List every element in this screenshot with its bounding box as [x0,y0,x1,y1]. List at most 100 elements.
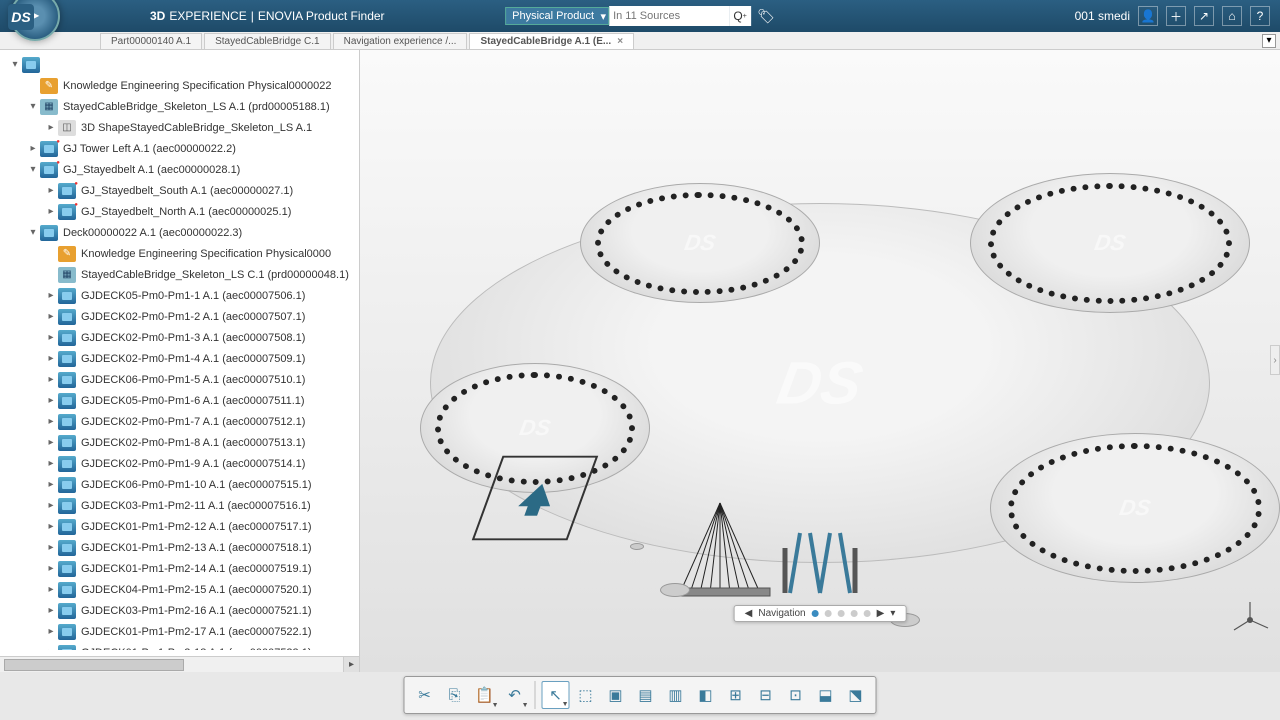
navigation-widget[interactable]: ◀ Navigation ▶ ▾ [734,605,907,622]
tree-row[interactable]: ▾ Deck00000022 A.1 (aec00000022.3) [4,222,359,243]
tree-twisty[interactable]: ▸ [46,374,56,385]
tree-twisty[interactable]: ▸ [46,290,56,301]
tree-twisty[interactable]: ▸ [46,500,56,511]
tree-twisty[interactable]: ▸ [46,584,56,595]
tree-row[interactable]: ▾ GJ_Stayedbelt A.1 (aec00000028.1) [4,159,359,180]
view-tool-2[interactable]: ▣ [602,681,630,709]
tree-twisty[interactable]: ▾ [28,227,38,238]
spec-tree[interactable]: ▾ StayedCableBridge A.1 Knowledge Engine… [0,50,359,650]
tree-row[interactable]: ▸ GJDECK01-Pm1-Pm2-13 A.1 (aec00007518.1… [4,537,359,558]
tree-row[interactable]: ▸ GJ_Stayedbelt_North A.1 (aec00000025.1… [4,201,359,222]
tree-row[interactable]: ▸ GJDECK01-Pm1-Pm2-14 A.1 (aec00007519.1… [4,558,359,579]
tree-row[interactable]: Knowledge Engineering Specification Phys… [4,75,359,96]
tree-row[interactable]: Knowledge Engineering Specification Phys… [4,243,359,264]
tree-twisty[interactable]: ▸ [46,206,56,217]
search-button[interactable]: Q+ [729,6,751,26]
tree-twisty[interactable]: ▸ [46,437,56,448]
tree-twisty[interactable]: ▸ [46,479,56,490]
tab-0[interactable]: Part00000140 A.1 [100,33,202,49]
right-edge-handle[interactable]: › [1270,345,1280,375]
close-icon[interactable]: × [617,36,623,47]
tree-twisty[interactable]: ▸ [46,185,56,196]
tree-hscrollbar[interactable]: ▸ [0,656,359,672]
view-tool-3[interactable]: ▤ [632,681,660,709]
tree-twisty[interactable]: ▸ [46,605,56,616]
tree-twisty[interactable]: ▸ [46,647,56,650]
view-tool-7[interactable]: ⊟ [752,681,780,709]
tree-row[interactable]: ▸ 3D ShapeStayedCableBridge_Skeleton_LS … [4,117,359,138]
tree-twisty[interactable]: ▸ [46,542,56,553]
search-scope-dropdown[interactable]: Physical Product [505,7,609,25]
tree-twisty[interactable]: ▸ [46,122,56,133]
nav-expand-icon[interactable]: ▾ [890,608,895,619]
nav-dot[interactable] [851,610,858,617]
tree-twisty[interactable]: ▸ [46,353,56,364]
tree-row[interactable]: ▸ GJDECK06-Pm0-Pm1-10 A.1 (aec00007515.1… [4,474,359,495]
tree-row[interactable]: ▸ GJDECK02-Pm0-Pm1-3 A.1 (aec00007508.1) [4,327,359,348]
tree-row[interactable]: ▸ GJDECK05-Pm0-Pm1-6 A.1 (aec00007511.1) [4,390,359,411]
tree-row[interactable]: ▾ StayedCableBridge A.1 [4,54,359,75]
tree-twisty[interactable]: ▸ [46,395,56,406]
tree-row[interactable]: ▸ GJDECK01-Pm1-Pm2-17 A.1 (aec00007522.1… [4,621,359,642]
tree-row[interactable]: ▸ GJ_Stayedbelt_South A.1 (aec00000027.1… [4,180,359,201]
mini-bridge-model[interactable] [680,493,860,618]
view-axis-triad[interactable] [1228,598,1272,642]
tree-row[interactable]: ▸ GJDECK02-Pm0-Pm1-8 A.1 (aec00007513.1) [4,432,359,453]
tabstrip-menu-button[interactable]: ▾ [1262,34,1276,48]
tree-row[interactable]: ▸ GJDECK02-Pm0-Pm1-4 A.1 (aec00007509.1) [4,348,359,369]
tree-row[interactable]: ▸ GJDECK02-Pm0-Pm1-2 A.1 (aec00007507.1) [4,306,359,327]
tree-twisty[interactable]: ▾ [10,59,20,70]
nav-dot[interactable] [825,610,832,617]
search-input[interactable] [609,6,729,26]
share-icon[interactable]: ↗ [1194,6,1214,26]
tree-row[interactable]: ▸ GJDECK01-Pm1-Pm2-18 A.1 (aec00007523.1… [4,642,359,650]
tree-twisty[interactable]: ▸ [46,416,56,427]
tree-row[interactable]: ▸ GJDECK05-Pm0-Pm1-1 A.1 (aec00007506.1) [4,285,359,306]
tree-twisty[interactable]: ▾ [28,101,38,112]
tree-row[interactable]: StayedCableBridge_Skeleton_LS C.1 (prd00… [4,264,359,285]
tree-twisty[interactable]: ▸ [46,521,56,532]
add-icon[interactable]: ＋ [1166,6,1186,26]
tab-1[interactable]: StayedCableBridge C.1 [204,33,331,49]
nav-dot[interactable] [864,610,871,617]
tree-row[interactable]: ▸ GJDECK02-Pm0-Pm1-7 A.1 (aec00007512.1) [4,411,359,432]
3d-viewport[interactable]: ◀ Navigation ▶ ▾ [360,50,1280,672]
mini-compass-model[interactable] [490,453,590,553]
scroll-right-button[interactable]: ▸ [343,657,359,672]
tree-row[interactable]: ▸ GJDECK04-Pm1-Pm2-15 A.1 (aec00007520.1… [4,579,359,600]
select-tool-button[interactable]: ↖▼ [542,681,570,709]
undo-button[interactable]: ↶▼ [501,681,529,709]
copy-button[interactable]: ⎘ [441,681,469,709]
view-tool-6[interactable]: ⊞ [722,681,750,709]
paste-button[interactable]: 📋▼ [471,681,499,709]
tree-twisty[interactable]: ▸ [28,143,38,154]
tree-row[interactable]: ▸ GJ Tower Left A.1 (aec00000022.2) [4,138,359,159]
tree-row[interactable]: ▸ GJDECK01-Pm1-Pm2-12 A.1 (aec00007517.1… [4,516,359,537]
nav-dot[interactable] [812,610,819,617]
nav-prev-icon[interactable]: ◀ [745,608,753,619]
tree-twisty[interactable]: ▾ [28,164,38,175]
profile-icon[interactable]: 👤 [1138,6,1158,26]
view-tool-5[interactable]: ◧ [692,681,720,709]
tree-row[interactable]: ▸ GJDECK03-Pm1-Pm2-16 A.1 (aec00007521.1… [4,600,359,621]
cut-button[interactable]: ✂ [411,681,439,709]
tree-row[interactable]: ▸ GJDECK03-Pm1-Pm2-11 A.1 (aec00007516.1… [4,495,359,516]
view-tool-1[interactable]: ⬚ [572,681,600,709]
view-tool-8[interactable]: ⊡ [782,681,810,709]
tree-row[interactable]: ▸ GJDECK02-Pm0-Pm1-9 A.1 (aec00007514.1) [4,453,359,474]
view-tool-9[interactable]: ⬓ [812,681,840,709]
tree-twisty[interactable]: ▸ [46,332,56,343]
tree-row[interactable]: ▸ GJDECK06-Pm0-Pm1-5 A.1 (aec00007510.1) [4,369,359,390]
tab-3[interactable]: StayedCableBridge A.1 (E...× [469,33,634,49]
tree-twisty[interactable]: ▸ [46,458,56,469]
home-icon[interactable]: ⌂ [1222,6,1242,26]
tree-row[interactable]: ▾ StayedCableBridge_Skeleton_LS A.1 (prd… [4,96,359,117]
tab-2[interactable]: Navigation experience /... [333,33,468,49]
nav-dot[interactable] [838,610,845,617]
scrollbar-thumb[interactable] [4,659,184,671]
view-tool-4[interactable]: ▥ [662,681,690,709]
tree-twisty[interactable]: ▸ [46,563,56,574]
nav-next-icon[interactable]: ▶ [877,608,885,619]
tag-icon[interactable]: 🏷 [757,8,775,25]
tree-twisty[interactable]: ▸ [46,311,56,322]
